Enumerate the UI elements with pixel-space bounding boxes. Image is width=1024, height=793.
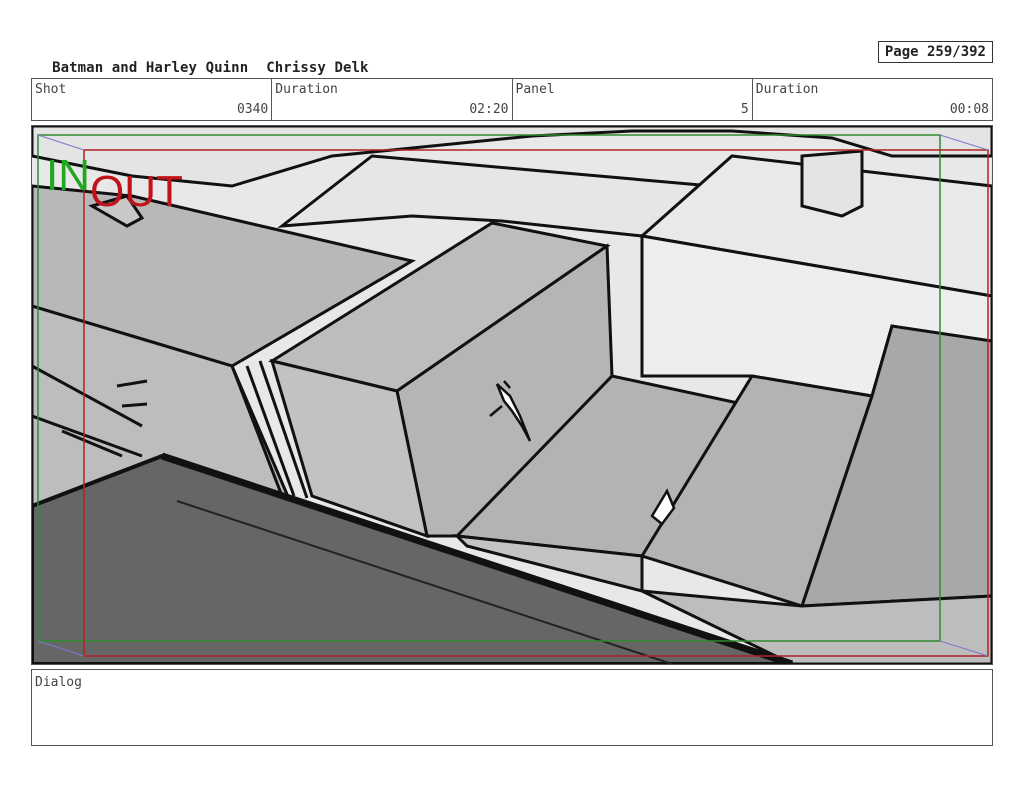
panel-cell: Panel 5: [513, 79, 753, 120]
shot-value: 0340: [236, 102, 269, 117]
shot-label: Shot: [35, 82, 67, 97]
storyboard-panel: IN OUT: [31, 125, 993, 665]
shot-cell: Shot 0340: [32, 79, 273, 120]
storyboard-header: Batman and Harley Quinn Chrissy Delk: [35, 44, 387, 76]
panel-duration-cell: Duration 00:08: [753, 79, 992, 120]
panel-label: Panel: [515, 82, 555, 97]
shot-duration-value: 02:20: [469, 102, 509, 117]
chimney: [800, 149, 864, 218]
dialog-box[interactable]: Dialog: [31, 669, 993, 746]
page-indicator: Page 259/392: [877, 41, 993, 63]
artist-name: Chrissy Delk: [266, 60, 369, 76]
shot-duration-cell: Duration 02:20: [272, 79, 513, 120]
panel-drawing: IN OUT: [32, 126, 992, 664]
dialog-label: Dialog: [35, 675, 82, 690]
project-title: Batman and Harley Quinn: [52, 60, 249, 76]
panel-duration-value: 00:08: [949, 102, 989, 117]
in-marker: IN: [46, 151, 90, 200]
out-marker: OUT: [90, 167, 183, 216]
panel-duration-label: Duration: [755, 82, 819, 97]
shot-duration-label: Duration: [275, 82, 338, 97]
panel-value: 5: [740, 102, 749, 117]
shot-info-row: Shot 0340 Duration 02:20 Panel 5 Duratio…: [31, 78, 993, 121]
